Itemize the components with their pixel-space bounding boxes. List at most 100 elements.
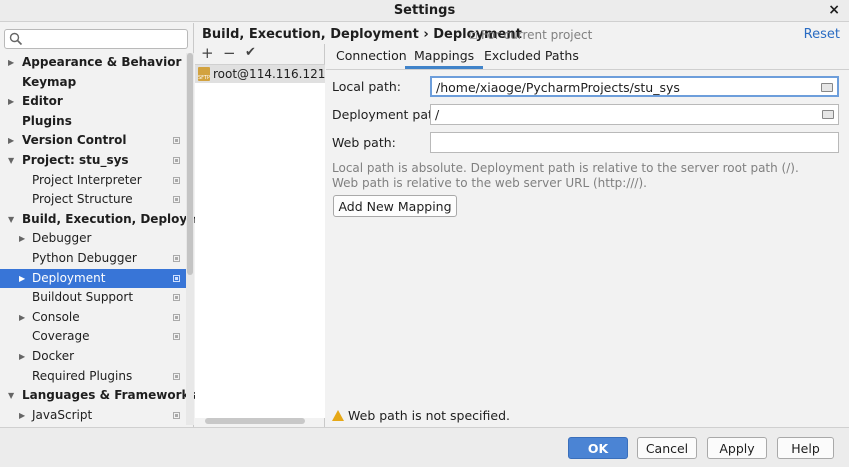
project-scope-icon	[173, 372, 180, 380]
chevron-right-icon[interactable]: ▶	[19, 269, 25, 289]
chevron-right-icon[interactable]: ▶	[19, 347, 25, 367]
tree-item-label: Deployment	[32, 270, 106, 285]
tree-item-label: Buildout Support	[32, 290, 134, 305]
web-path-label: Web path:	[332, 135, 396, 150]
deployment-path-label: Deployment path:	[332, 107, 446, 122]
project-scope-icon	[173, 176, 180, 184]
tree-item-label: Plugins	[22, 113, 72, 128]
tree-item-label: Project Interpreter	[32, 172, 142, 187]
reset-link[interactable]: Reset	[804, 27, 840, 42]
chevron-down-icon[interactable]: ▼	[8, 210, 14, 230]
warning-text: Web path is not specified.	[348, 408, 510, 423]
tree-scrollbar[interactable]	[186, 53, 194, 425]
settings-tree-item[interactable]: Plugins	[0, 112, 186, 132]
tree-item-label: Docker	[32, 348, 75, 363]
folder-icon[interactable]	[821, 83, 833, 92]
settings-tree-item[interactable]: Project Structure	[0, 190, 186, 210]
tree-item-label: Appearance & Behavior	[22, 55, 182, 69]
tree-item-label: Console	[32, 309, 80, 324]
chevron-down-icon[interactable]: ▼	[8, 151, 14, 171]
settings-search[interactable]	[4, 29, 188, 49]
help-text-web: Web path is relative to the web server U…	[332, 176, 647, 190]
tree-item-label: Required Plugins	[32, 368, 133, 383]
help-text-paths: Local path is absolute. Deployment path …	[332, 161, 799, 175]
chevron-down-icon[interactable]: ▼	[8, 386, 14, 406]
settings-tree-item[interactable]: ▼ Languages & Frameworks	[0, 386, 197, 406]
title-bar: Settings ×	[0, 0, 849, 22]
local-path-label: Local path:	[332, 79, 402, 94]
deployment-panel: Connection Mappings Excluded Paths Local…	[326, 44, 849, 427]
settings-tree-item[interactable]: ▶ Version Control	[0, 131, 186, 151]
settings-tree-item[interactable]: ▶ Deployment	[0, 268, 186, 289]
chevron-right-icon[interactable]: ▶	[19, 308, 25, 328]
add-server-icon[interactable]: +	[201, 44, 214, 62]
chevron-right-icon[interactable]: ▶	[8, 53, 14, 73]
project-scope-icon	[470, 32, 477, 39]
local-path-field[interactable]: /home/xiaoge/PycharmProjects/stu_sys	[430, 76, 839, 97]
deployment-path-field[interactable]: /	[430, 104, 839, 125]
project-scope-icon	[173, 254, 180, 262]
settings-tree-item[interactable]: Project Interpreter	[0, 171, 186, 191]
settings-tree-item[interactable]: ▶ Appearance & Behavior	[0, 53, 186, 73]
settings-tree-item[interactable]: ▼ Project: stu_sys	[0, 151, 186, 171]
settings-tree-item[interactable]: ▶ JavaScript	[0, 406, 186, 426]
search-icon	[9, 32, 23, 46]
scope-label: For current project	[470, 28, 592, 42]
tree-item-label: Keymap	[22, 74, 77, 89]
settings-tree: ▶ Appearance & Behavior Keymap ▶ Editor Plugi…	[0, 53, 222, 426]
project-scope-icon	[173, 156, 180, 164]
settings-tree-pane: ▶ Appearance & Behavior Keymap ▶ Editor Plugi…	[0, 23, 222, 427]
tab-bar: Connection Mappings Excluded Paths	[326, 44, 849, 70]
server-toolbar: + − ✔	[195, 44, 325, 64]
project-scope-icon	[173, 294, 180, 302]
settings-tree-item[interactable]: Required Plugins	[0, 367, 186, 387]
settings-tree-item[interactable]: ▼ Build, Execution, Deployment	[0, 210, 222, 230]
apply-button[interactable]: Apply	[707, 437, 767, 459]
settings-tree-item[interactable]: ▶ Editor	[0, 92, 186, 112]
window-title: Settings	[393, 3, 456, 18]
close-icon[interactable]: ×	[828, 2, 840, 18]
server-list-scrollbar[interactable]	[205, 418, 305, 424]
chevron-right-icon[interactable]: ▶	[19, 229, 25, 249]
tree-item-label: Debugger	[32, 231, 92, 246]
settings-tree-item[interactable]: ▶ Console	[0, 308, 186, 328]
help-button[interactable]: Help	[777, 437, 834, 459]
tree-scrollbar-thumb[interactable]	[187, 53, 193, 275]
settings-tree-item[interactable]: Coverage	[0, 327, 186, 347]
dialog-button-bar: OK Cancel Apply Help	[0, 427, 849, 467]
set-default-icon[interactable]: ✔	[245, 45, 256, 60]
project-scope-icon	[173, 313, 180, 321]
tree-item-label: Coverage	[32, 329, 90, 344]
chevron-right-icon[interactable]: ▶	[19, 406, 25, 426]
settings-tree-item[interactable]: Keymap	[0, 73, 186, 93]
local-path-value: /home/xiaoge/PycharmProjects/stu_sys	[436, 80, 680, 95]
tree-item-label: Project Structure	[32, 192, 133, 207]
settings-tree-item[interactable]: Python Debugger	[0, 249, 186, 269]
tab-excluded-paths[interactable]: Excluded Paths	[484, 48, 579, 63]
tree-item-label: Languages & Frameworks	[22, 388, 197, 403]
add-new-mapping-button[interactable]: Add New Mapping	[333, 195, 457, 217]
warning-message: Web path is not specified.	[332, 408, 510, 423]
chevron-right-icon[interactable]: ▶	[8, 92, 14, 112]
project-scope-icon	[173, 411, 180, 419]
tree-item-label: Editor	[22, 94, 63, 109]
web-path-field[interactable]	[430, 132, 839, 153]
cancel-button[interactable]: Cancel	[637, 437, 697, 459]
tab-mappings[interactable]: Mappings	[405, 48, 484, 69]
warning-icon	[332, 410, 344, 421]
remove-server-icon[interactable]: −	[223, 44, 236, 62]
settings-tree-item[interactable]: ▶ Debugger	[0, 229, 186, 249]
server-name: root@114.116.121.14	[213, 67, 325, 81]
settings-tree-item[interactable]: Buildout Support	[0, 288, 186, 308]
tab-connection[interactable]: Connection	[336, 48, 407, 63]
project-scope-icon	[173, 274, 180, 282]
ok-button[interactable]: OK	[568, 437, 628, 459]
tree-item-label: Version Control	[22, 133, 127, 148]
settings-tree-item[interactable]: ▶ Docker	[0, 347, 186, 367]
folder-icon[interactable]	[822, 110, 834, 119]
search-input[interactable]	[27, 31, 185, 47]
tree-item-label: JavaScript	[32, 407, 93, 422]
chevron-right-icon[interactable]: ▶	[8, 131, 14, 151]
server-item[interactable]: SFTP root@114.116.121.14	[195, 65, 325, 83]
tree-item-label: Project: stu_sys	[22, 152, 129, 167]
